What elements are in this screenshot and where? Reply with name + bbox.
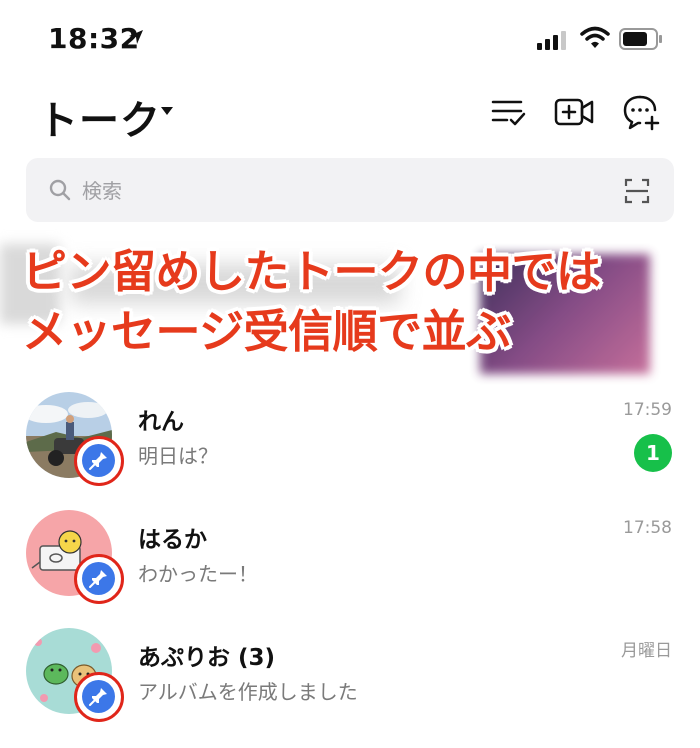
chat-preview: 明日は？ bbox=[138, 444, 218, 468]
caption-line-1: ピン留めしたトークの中では bbox=[22, 245, 601, 298]
new-chat-icon[interactable] bbox=[622, 92, 662, 132]
edit-list-icon[interactable] bbox=[489, 92, 529, 132]
video-call-icon[interactable] bbox=[554, 92, 594, 132]
cellular-signal-icon bbox=[537, 31, 566, 50]
chat-time: 月曜日 bbox=[621, 641, 672, 661]
pin-icon bbox=[89, 452, 107, 470]
chat-preview: わかったー！ bbox=[138, 562, 258, 586]
pin-icon bbox=[89, 688, 107, 706]
chat-name: れん bbox=[138, 409, 184, 435]
chat-name: はるか bbox=[138, 527, 207, 553]
search-bar[interactable] bbox=[26, 158, 674, 222]
chat-row[interactable]: あぷりお (3) アルバムを作成しました 月曜日 bbox=[0, 628, 700, 748]
pin-badge bbox=[74, 554, 124, 604]
chat-time: 17:58 bbox=[623, 518, 672, 538]
qr-scan-icon[interactable] bbox=[624, 178, 650, 204]
caption-line-2: メッセージ受信順で並ぶ bbox=[22, 305, 511, 358]
chat-preview: アルバムを作成しました bbox=[138, 680, 358, 704]
annotation-caption: ピン留めしたトークの中では メッセージ受信順で並ぶ bbox=[22, 242, 682, 362]
chat-time: 17:59 bbox=[623, 400, 672, 420]
chevron-down-icon[interactable] bbox=[160, 106, 174, 116]
wifi-icon bbox=[580, 26, 610, 48]
search-input[interactable] bbox=[80, 172, 584, 210]
unread-badge: 1 bbox=[634, 434, 672, 472]
page-title[interactable]: トーク bbox=[38, 88, 161, 146]
battery-icon bbox=[619, 28, 662, 50]
status-time: 18:32 bbox=[48, 22, 140, 55]
pin-icon bbox=[89, 570, 107, 588]
pin-badge bbox=[74, 672, 124, 722]
location-arrow-icon bbox=[129, 30, 143, 44]
pin-badge bbox=[74, 436, 124, 486]
chat-row[interactable]: れん 明日は？ 17:59 1 bbox=[0, 392, 700, 512]
search-icon bbox=[49, 179, 71, 201]
chat-row[interactable]: はるか わかったー！ 17:58 bbox=[0, 510, 700, 630]
status-bar: 18:32 bbox=[0, 0, 700, 72]
chat-name: あぷりお (3) bbox=[138, 645, 276, 671]
